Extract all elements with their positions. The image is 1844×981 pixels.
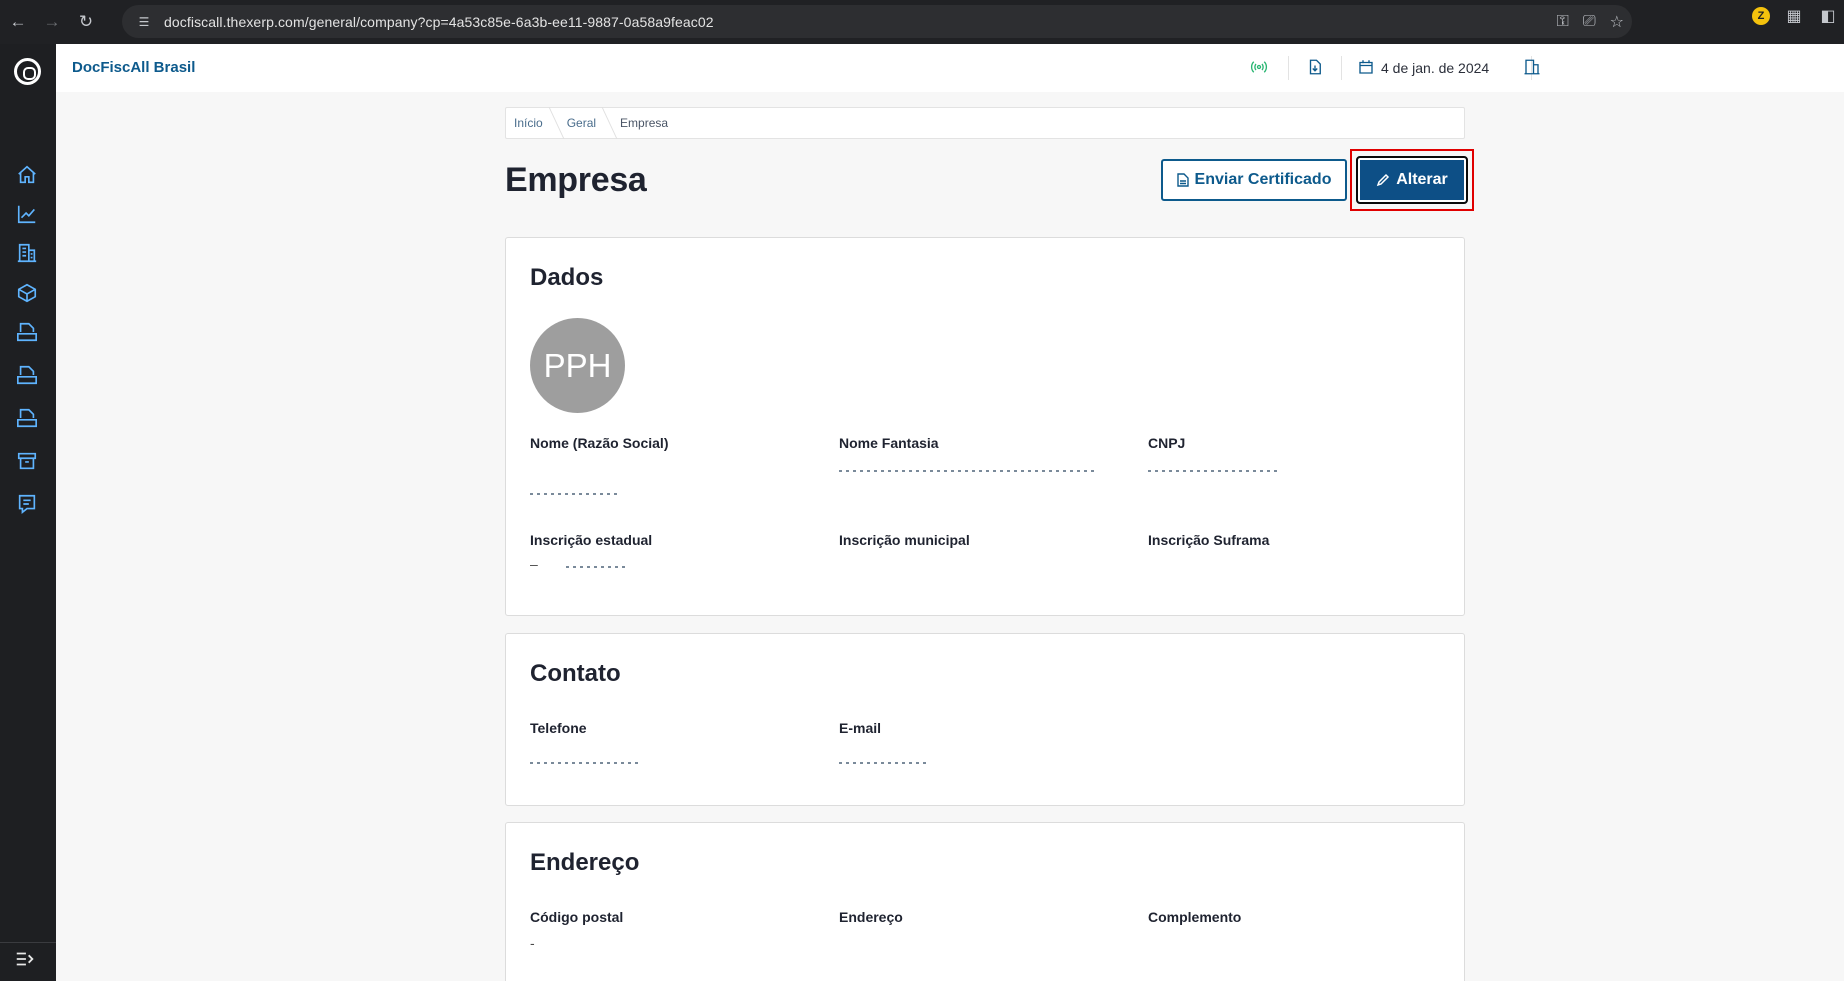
- label-inscricao-suframa: Inscrição Suframa: [1148, 532, 1270, 548]
- forward-arrow-icon[interactable]: →: [36, 6, 68, 38]
- edit-button[interactable]: Alterar: [1356, 156, 1468, 204]
- side-panel-icon[interactable]: ◧: [1818, 6, 1838, 26]
- email-redacted-value: [839, 762, 929, 764]
- install-app-icon[interactable]: ⎚: [1583, 13, 1596, 31]
- building-icon[interactable]: [14, 240, 40, 266]
- receipt-icon[interactable]: [14, 491, 40, 517]
- contato-card: Contato Telefone E-mail: [505, 633, 1465, 806]
- box-icon[interactable]: [14, 280, 40, 306]
- extension-icon[interactable]: Z: [1752, 7, 1770, 25]
- bookmark-star-icon[interactable]: ☆: [1610, 12, 1624, 32]
- site-info-icon[interactable]: ☰: [132, 10, 156, 34]
- connection-status-icon[interactable]: [1250, 58, 1270, 78]
- home-icon[interactable]: [14, 162, 40, 188]
- document-icon: [1176, 173, 1189, 187]
- sidebar: [0, 44, 56, 981]
- label-telefone: Telefone: [530, 720, 587, 736]
- nfe-icon[interactable]: [14, 405, 40, 431]
- app-title[interactable]: DocFiscAll Brasil: [72, 59, 195, 76]
- nfse-icon[interactable]: [14, 319, 40, 345]
- back-arrow-icon[interactable]: ←: [2, 6, 34, 38]
- label-cnpj: CNPJ: [1148, 435, 1186, 451]
- nome-redacted-value: [530, 493, 620, 495]
- ie-redacted-value: [566, 566, 626, 568]
- endereco-title: Endereço: [530, 849, 640, 876]
- breadcrumb-geral[interactable]: Geral: [567, 116, 610, 130]
- company-selector-icon[interactable]: [1523, 58, 1543, 78]
- avatar: PPH: [530, 318, 625, 413]
- send-certificate-label: Enviar Certificado: [1194, 171, 1332, 188]
- browser-toolbar: ← → ↻ ☰ docfiscall.thexerp.com/general/c…: [0, 0, 1844, 44]
- chart-icon[interactable]: [14, 201, 40, 227]
- app-header: DocFiscAll Brasil 4 de jan. de 2024: [56, 44, 1844, 92]
- breadcrumb-empresa: Empresa: [620, 116, 669, 130]
- label-nome-fantasia: Nome Fantasia: [839, 435, 939, 451]
- pencil-icon: [1377, 173, 1390, 187]
- calendar-icon[interactable]: [1357, 58, 1377, 78]
- current-date[interactable]: 4 de jan. de 2024: [1381, 60, 1489, 76]
- send-certificate-button[interactable]: Enviar Certificado: [1161, 159, 1347, 201]
- cnpj-redacted-value: [1148, 470, 1278, 472]
- header-divider: [1288, 56, 1289, 80]
- certificate-download-icon[interactable]: [1306, 58, 1326, 78]
- app-logo[interactable]: [14, 58, 41, 85]
- dados-card: Dados PPH Nome (Razão Social) Nome Fanta…: [505, 237, 1465, 616]
- contato-title: Contato: [530, 660, 621, 687]
- label-nome: Nome (Razão Social): [530, 435, 669, 451]
- label-endereco: Endereço: [839, 909, 903, 925]
- address-bar[interactable]: ☰ docfiscall.thexerp.com/general/company…: [122, 5, 1632, 38]
- value-inscricao-estadual: –: [530, 556, 538, 572]
- sidebar-divider: [0, 942, 56, 943]
- label-complemento: Complemento: [1148, 909, 1242, 925]
- dados-title: Dados: [530, 264, 604, 291]
- header-divider: [1341, 56, 1342, 80]
- breadcrumb: Início Geral Empresa: [505, 107, 1465, 139]
- label-inscricao-municipal: Inscrição municipal: [839, 532, 970, 548]
- telefone-redacted-value: [530, 762, 640, 764]
- label-codigo-postal: Código postal: [530, 909, 624, 925]
- label-inscricao-estadual: Inscrição estadual: [530, 532, 653, 548]
- endereco-card: Endereço Código postal Endereço Compleme…: [505, 822, 1465, 981]
- nfce-icon[interactable]: [14, 362, 40, 388]
- password-key-icon[interactable]: ⚿: [1557, 13, 1569, 31]
- url-text[interactable]: docfiscall.thexerp.com/general/company?c…: [164, 14, 714, 30]
- value-codigo-postal: -: [530, 935, 535, 951]
- archive-icon[interactable]: [14, 448, 40, 474]
- expand-sidebar-icon[interactable]: [14, 948, 40, 974]
- reload-icon[interactable]: ↻: [70, 6, 102, 38]
- edit-label: Alterar: [1396, 171, 1448, 188]
- extensions-puzzle-icon[interactable]: ▦: [1784, 6, 1804, 26]
- breadcrumb-inicio[interactable]: Início: [514, 116, 557, 130]
- label-email: E-mail: [839, 720, 882, 736]
- page-title: Empresa: [505, 161, 647, 199]
- fantasia-redacted-value: [839, 470, 1094, 472]
